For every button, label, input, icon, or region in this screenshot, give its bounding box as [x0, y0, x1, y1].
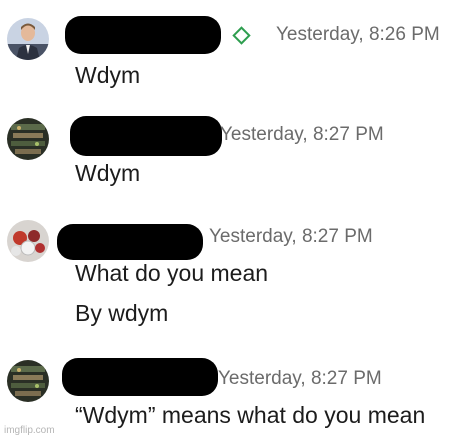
message-2: Yesterday, 8:27 PM Wdym [0, 110, 474, 200]
message-text: Wdym [75, 160, 141, 186]
avatar[interactable] [7, 360, 49, 402]
message-text: “Wdym” means what do you mean [75, 402, 426, 428]
redacted-username [65, 16, 221, 54]
watermark: imgflip.com [4, 425, 55, 436]
redacted-username [62, 358, 218, 396]
message-4: Yesterday, 8:27 PM “Wdym” means what do … [0, 350, 474, 439]
profile-photo-dark-scene [7, 360, 49, 402]
profile-photo-dark-scene [7, 118, 49, 160]
avatar[interactable] [7, 118, 49, 160]
avatar[interactable] [7, 220, 49, 262]
timestamp: Yesterday, 8:27 PM [218, 368, 382, 389]
message-text: What do you mean [75, 260, 269, 286]
message-1: Yesterday, 8:26 PM Wdym [0, 0, 474, 100]
message-text: Wdym [75, 62, 141, 88]
profile-photo-balls [7, 220, 49, 262]
message-3: Yesterday, 8:27 PM What do you mean By w… [0, 210, 474, 340]
timestamp: Yesterday, 8:27 PM [220, 124, 384, 145]
redacted-username [57, 224, 203, 260]
timestamp: Yesterday, 8:26 PM [276, 24, 440, 45]
profile-photo-man-in-suit [7, 18, 49, 60]
timestamp: Yesterday, 8:27 PM [209, 226, 373, 247]
avatar[interactable] [7, 18, 49, 60]
green-diamond-icon [232, 26, 251, 45]
message-text: By wdym [75, 300, 169, 326]
redacted-username [70, 116, 222, 156]
